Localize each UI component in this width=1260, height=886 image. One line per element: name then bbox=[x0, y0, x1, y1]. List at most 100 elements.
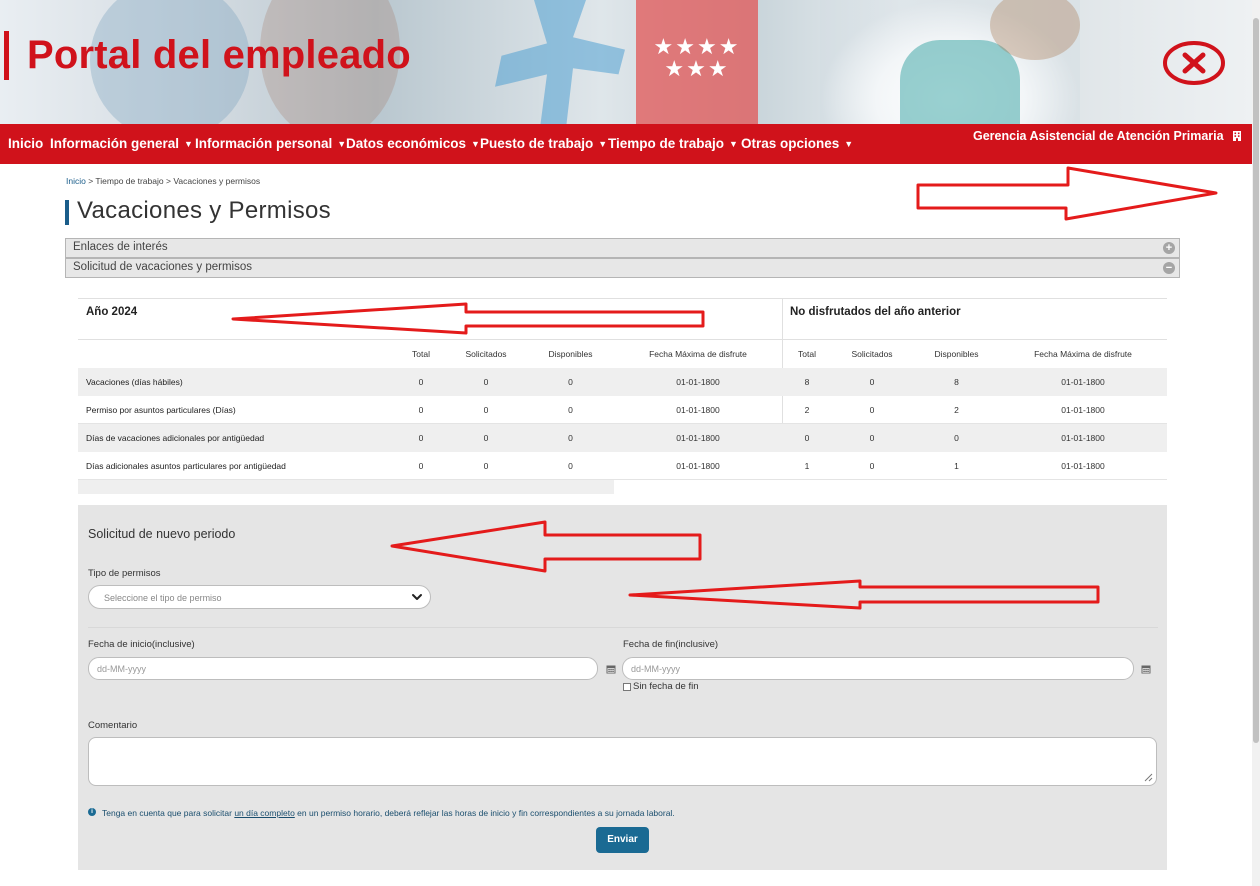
nav-label: Datos económicos bbox=[346, 136, 467, 151]
nav-item-tiempo-de-trabajo[interactable]: Tiempo de trabajo ▼ bbox=[608, 136, 738, 151]
cell-fecha-maxima: 01-01-1800 bbox=[676, 405, 720, 415]
column-header: Solicitados bbox=[465, 349, 507, 359]
end-date-input[interactable]: dd-MM-yyyy bbox=[622, 657, 1134, 680]
form-title: Solicitud de nuevo periodo bbox=[88, 527, 236, 541]
info-icon: i bbox=[88, 808, 96, 816]
column-header: Solicitados bbox=[851, 349, 893, 359]
calendar-icon[interactable] bbox=[606, 664, 616, 674]
column-header: Total bbox=[412, 349, 430, 359]
cell-total: 1 bbox=[804, 461, 810, 471]
nav-item-puesto-de-trabajo[interactable]: Puesto de trabajo ▼ bbox=[480, 136, 607, 151]
brand-accent-bar bbox=[4, 31, 9, 80]
minus-circle-icon: − bbox=[1163, 262, 1175, 274]
breadcrumb: Inicio > Tiempo de trabajo > Vacaciones … bbox=[66, 176, 260, 186]
cell-fecha-maxima: 01-01-1800 bbox=[1061, 433, 1105, 443]
cell-fecha-maxima: 01-01-1800 bbox=[1061, 461, 1105, 471]
accordion-label: Enlaces de interés bbox=[73, 241, 168, 253]
end-date-label: Fecha de fin(inclusive) bbox=[623, 639, 719, 650]
cell-total: 0 bbox=[418, 461, 424, 471]
cell-solicitados: 0 bbox=[483, 377, 489, 387]
nav-item-informacion-personal[interactable]: Información personal ▼ bbox=[195, 136, 346, 151]
organization-name: Gerencia Asistencial de Atención Primari… bbox=[973, 129, 1224, 143]
cell-disponibles: 2 bbox=[954, 405, 959, 415]
building-icon bbox=[1233, 131, 1242, 141]
resize-grip-icon[interactable] bbox=[1144, 773, 1153, 782]
row-label: Vacaciones (días hábiles) bbox=[86, 377, 183, 387]
cell-fecha-maxima: 01-01-1800 bbox=[676, 461, 720, 471]
table-row bbox=[78, 368, 1167, 396]
cell-total: 8 bbox=[804, 377, 810, 387]
chevron-down-icon bbox=[412, 594, 422, 600]
cell-disponibles: 0 bbox=[568, 405, 573, 415]
cell-disponibles: 0 bbox=[568, 461, 573, 471]
cell-solicitados: 0 bbox=[869, 433, 875, 443]
community-logo-shape bbox=[495, 0, 625, 124]
breadcrumb-separator: > bbox=[88, 176, 94, 186]
accordion-enlaces-de-interes[interactable]: Enlaces de interés + bbox=[65, 238, 1180, 258]
cell-solicitados: 0 bbox=[869, 405, 875, 415]
nav-label: Otras opciones bbox=[741, 136, 840, 151]
info-link[interactable]: un día completo bbox=[234, 808, 294, 818]
cell-total: 0 bbox=[804, 433, 810, 443]
calendar-icon[interactable] bbox=[1141, 664, 1151, 674]
caret-down-icon: ▼ bbox=[337, 139, 347, 149]
accordion-solicitud-vacaciones[interactable]: Solicitud de vacaciones y permisos − bbox=[65, 258, 1180, 278]
column-header: Total bbox=[798, 349, 816, 359]
info-text-part: en un permiso horario, deberá reflejar l… bbox=[294, 808, 675, 818]
nav-item-datos-economicos[interactable]: Datos económicos ▼ bbox=[346, 136, 480, 151]
page-title: Vacaciones y Permisos bbox=[77, 197, 331, 224]
page-scrollbar[interactable] bbox=[1252, 0, 1260, 886]
cell-solicitados: 0 bbox=[483, 433, 489, 443]
caret-down-icon: ▼ bbox=[844, 139, 854, 149]
no-end-date-checkbox[interactable] bbox=[623, 683, 631, 691]
cell-solicitados: 0 bbox=[869, 377, 875, 387]
submit-button[interactable]: Enviar bbox=[596, 827, 649, 853]
column-header: Disponibles bbox=[548, 349, 593, 359]
info-text-part: Tenga en cuenta que para solicitar bbox=[102, 808, 235, 818]
breadcrumb-level2: Tiempo de trabajo bbox=[95, 176, 164, 186]
end-date-placeholder: dd-MM-yyyy bbox=[631, 664, 680, 674]
portal-title: Portal del empleado bbox=[27, 33, 411, 77]
cell-disponibles: 0 bbox=[568, 433, 573, 443]
row-label: Días de vacaciones adicionales por antig… bbox=[86, 433, 265, 443]
cell-fecha-maxima: 01-01-1800 bbox=[676, 377, 720, 387]
start-date-placeholder: dd-MM-yyyy bbox=[97, 664, 146, 674]
caret-down-icon: ▼ bbox=[471, 139, 480, 149]
nav-label: Información general bbox=[50, 136, 180, 151]
cell-total: 2 bbox=[804, 405, 810, 415]
comment-textarea[interactable] bbox=[88, 737, 1157, 786]
cell-fecha-maxima: 01-01-1800 bbox=[676, 433, 720, 443]
cell-fecha-maxima: 01-01-1800 bbox=[1061, 405, 1105, 415]
breadcrumb-home-link[interactable]: Inicio bbox=[66, 176, 86, 186]
breadcrumb-current: Vacaciones y permisos bbox=[173, 176, 261, 186]
start-date-input[interactable]: dd-MM-yyyy bbox=[88, 657, 598, 680]
cell-disponibles: 1 bbox=[954, 461, 959, 471]
cell-fecha-maxima: 01-01-1800 bbox=[1061, 377, 1105, 387]
previous-year-heading: No disfrutados del año anterior bbox=[790, 306, 961, 318]
close-icon[interactable] bbox=[1162, 39, 1226, 87]
column-header: Disponibles bbox=[934, 349, 979, 359]
arrow-annotation bbox=[916, 166, 1218, 221]
row-label: Permiso por asuntos particulares (Días) bbox=[86, 405, 236, 415]
scrollbar-thumb[interactable] bbox=[1253, 18, 1259, 743]
form-divider bbox=[88, 627, 1158, 628]
row-label: Días adicionales asuntos particulares po… bbox=[86, 461, 286, 471]
table-footer-bar bbox=[78, 480, 614, 494]
nav-item-informacion-general[interactable]: Información general ▼ bbox=[50, 136, 193, 151]
breadcrumb-separator: > bbox=[165, 176, 171, 186]
permission-type-value: Seleccione el tipo de permiso bbox=[104, 593, 222, 603]
permission-type-select[interactable]: Seleccione el tipo de permiso bbox=[88, 585, 431, 609]
start-date-label: Fecha de inicio(inclusive) bbox=[88, 639, 195, 650]
table-border bbox=[78, 298, 1167, 299]
nav-item-otras-opciones[interactable]: Otras opciones ▼ bbox=[741, 136, 853, 151]
info-note: Tenga en cuenta que para solicitar un dí… bbox=[102, 808, 675, 818]
flag-stars-icon: ★★★★ ★★★ bbox=[653, 34, 741, 81]
banner-photo-detail bbox=[900, 40, 1020, 124]
title-accent-bar bbox=[65, 200, 69, 225]
nav-label: Información personal bbox=[195, 136, 333, 151]
organization-selector[interactable]: Gerencia Asistencial de Atención Primari… bbox=[973, 129, 1242, 143]
nav-label: Tiempo de trabajo bbox=[608, 136, 725, 151]
table-border bbox=[78, 339, 1167, 340]
nav-label: Inicio bbox=[8, 136, 44, 151]
nav-item-inicio[interactable]: Inicio bbox=[8, 136, 43, 151]
